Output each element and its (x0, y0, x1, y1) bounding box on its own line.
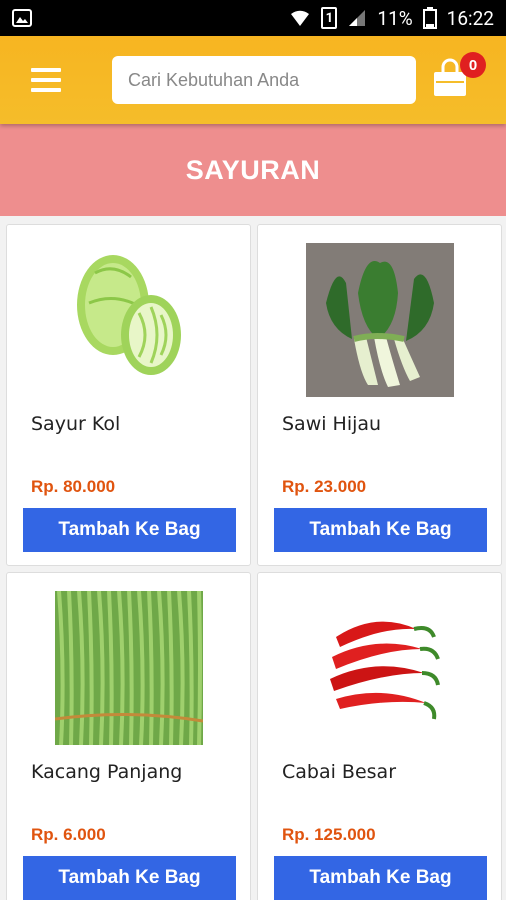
wifi-icon (291, 10, 310, 26)
product-name: Kacang Panjang (31, 761, 183, 783)
product-name: Sayur Kol (31, 413, 121, 435)
product-card[interactable]: Cabai Besar Rp. 125.000 Tambah Ke Bag (257, 572, 502, 900)
signal-icon (349, 10, 366, 26)
add-to-bag-button[interactable]: Tambah Ke Bag (274, 508, 487, 552)
product-card[interactable]: Kacang Panjang Rp. 6.000 Tambah Ke Bag (6, 572, 251, 900)
status-bar: 1 11% 16:22 (0, 0, 506, 36)
cart-count-badge: 0 (460, 52, 486, 78)
long-beans-image (55, 591, 203, 745)
product-grid: Sayur Kol Rp. 80.000 Tambah Ke Bag Sawi … (0, 216, 506, 900)
product-name: Sawi Hijau (282, 413, 382, 435)
sim-badge: 1 (321, 7, 338, 29)
product-price: Rp. 6.000 (31, 825, 106, 844)
battery-percent: 11% (377, 6, 413, 30)
product-price: Rp. 80.000 (31, 477, 116, 496)
product-price: Rp. 23.000 (282, 477, 367, 496)
shopping-bag-button[interactable]: 0 (432, 52, 486, 98)
add-to-bag-button[interactable]: Tambah Ke Bag (23, 856, 236, 900)
product-price: Rp. 125.000 (282, 825, 376, 844)
red-chili-image (306, 591, 454, 745)
clock: 16:22 (446, 6, 494, 30)
battery-icon (422, 7, 437, 29)
add-to-bag-button[interactable]: Tambah Ke Bag (23, 508, 236, 552)
cabbage-image (55, 243, 203, 397)
product-card[interactable]: Sawi Hijau Rp. 23.000 Tambah Ke Bag (257, 224, 502, 566)
product-card[interactable]: Sayur Kol Rp. 80.000 Tambah Ke Bag (6, 224, 251, 566)
search-input[interactable] (112, 56, 416, 104)
add-to-bag-button[interactable]: Tambah Ke Bag (274, 856, 487, 900)
gallery-notification-icon (12, 9, 32, 27)
category-title: SAYURAN (0, 124, 506, 216)
product-name: Cabai Besar (282, 761, 397, 783)
menu-icon[interactable] (28, 65, 64, 95)
app-bar: 0 (0, 36, 506, 124)
bok-choy-image (306, 243, 454, 397)
